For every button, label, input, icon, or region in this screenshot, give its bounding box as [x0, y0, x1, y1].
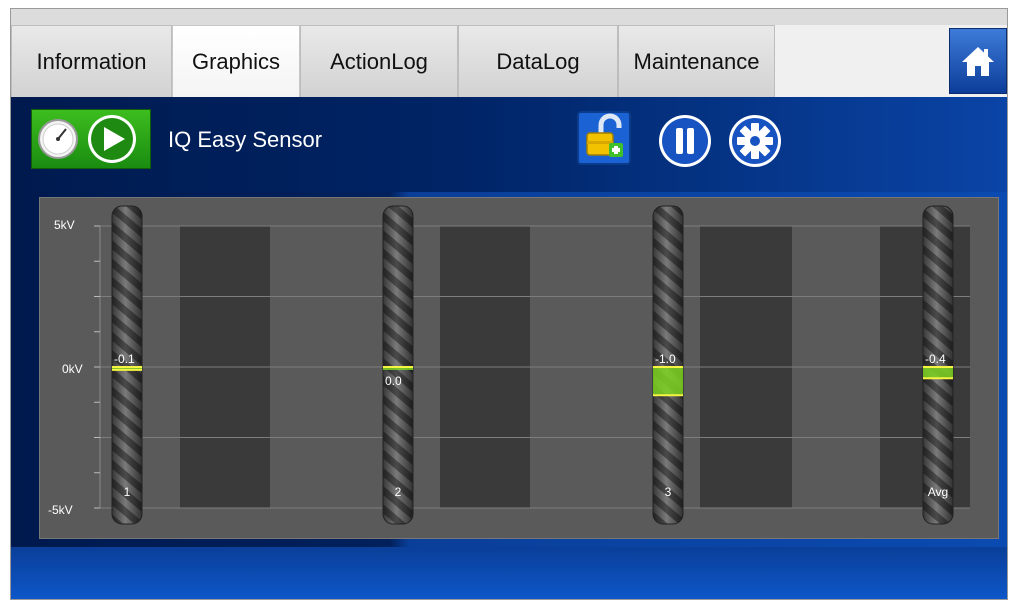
gauge-play-icon — [38, 115, 136, 163]
bar-value-fill — [653, 367, 683, 396]
tab-datalog[interactable]: DataLog — [458, 25, 618, 97]
tab-information[interactable]: Information — [11, 25, 172, 97]
y-tick-label-bottom: -5kV — [48, 503, 73, 517]
bar-category-label: Avg — [928, 485, 948, 499]
tab-label: Information — [36, 48, 147, 74]
panel-footer — [11, 547, 1007, 599]
home-button[interactable] — [949, 28, 1007, 94]
bar-value-fill — [923, 367, 953, 379]
unlocked-padlock-icon[interactable] — [577, 111, 631, 165]
sensor-title: IQ Easy Sensor — [168, 127, 323, 152]
y-tick-label-mid: 0kV — [62, 362, 83, 376]
panel-header — [11, 97, 1007, 192]
bar-category-label: 2 — [395, 485, 402, 499]
chart-canvas: -0.1 1 0.0 2 -1.0 3 -0.4 Avg — [94, 205, 970, 525]
bar-category-label: 3 — [665, 485, 672, 499]
bar-value-label: 0.0 — [385, 374, 402, 388]
bar-value-label: -0.1 — [114, 352, 135, 366]
bar-value-label: -1.0 — [655, 352, 676, 366]
bar-tube-shading — [382, 205, 414, 525]
home-icon — [962, 47, 994, 76]
bar-value-label: -0.4 — [925, 352, 946, 366]
tab-label: Graphics — [191, 48, 281, 74]
y-tick-label-top: 5kV — [54, 218, 75, 232]
tab-bar: Information Graphics ActionLog DataLog M… — [11, 9, 1007, 97]
tab-maintenance[interactable]: Maintenance — [618, 25, 775, 97]
tab-graphics[interactable]: Graphics — [172, 25, 300, 97]
tab-label: DataLog — [496, 48, 580, 74]
status-button[interactable] — [31, 109, 151, 169]
app-window: Information Graphics ActionLog DataLog M… — [10, 8, 1008, 600]
sensor-chart: -0.1 1 0.0 2 -1.0 3 -0.4 Avg 5kV 0kV -5kV — [39, 197, 999, 539]
tab-label: ActionLog — [330, 48, 428, 74]
tab-label: Maintenance — [633, 48, 760, 74]
gear-icon[interactable] — [727, 113, 783, 169]
tab-actionlog[interactable]: ActionLog — [300, 25, 458, 97]
graphics-panel: IQ Easy Sensor -0.1 1 0.0 2 -1.0 3 -0.4 … — [11, 97, 1007, 599]
bar-category-label: 1 — [124, 485, 131, 499]
pause-icon[interactable] — [657, 113, 713, 169]
